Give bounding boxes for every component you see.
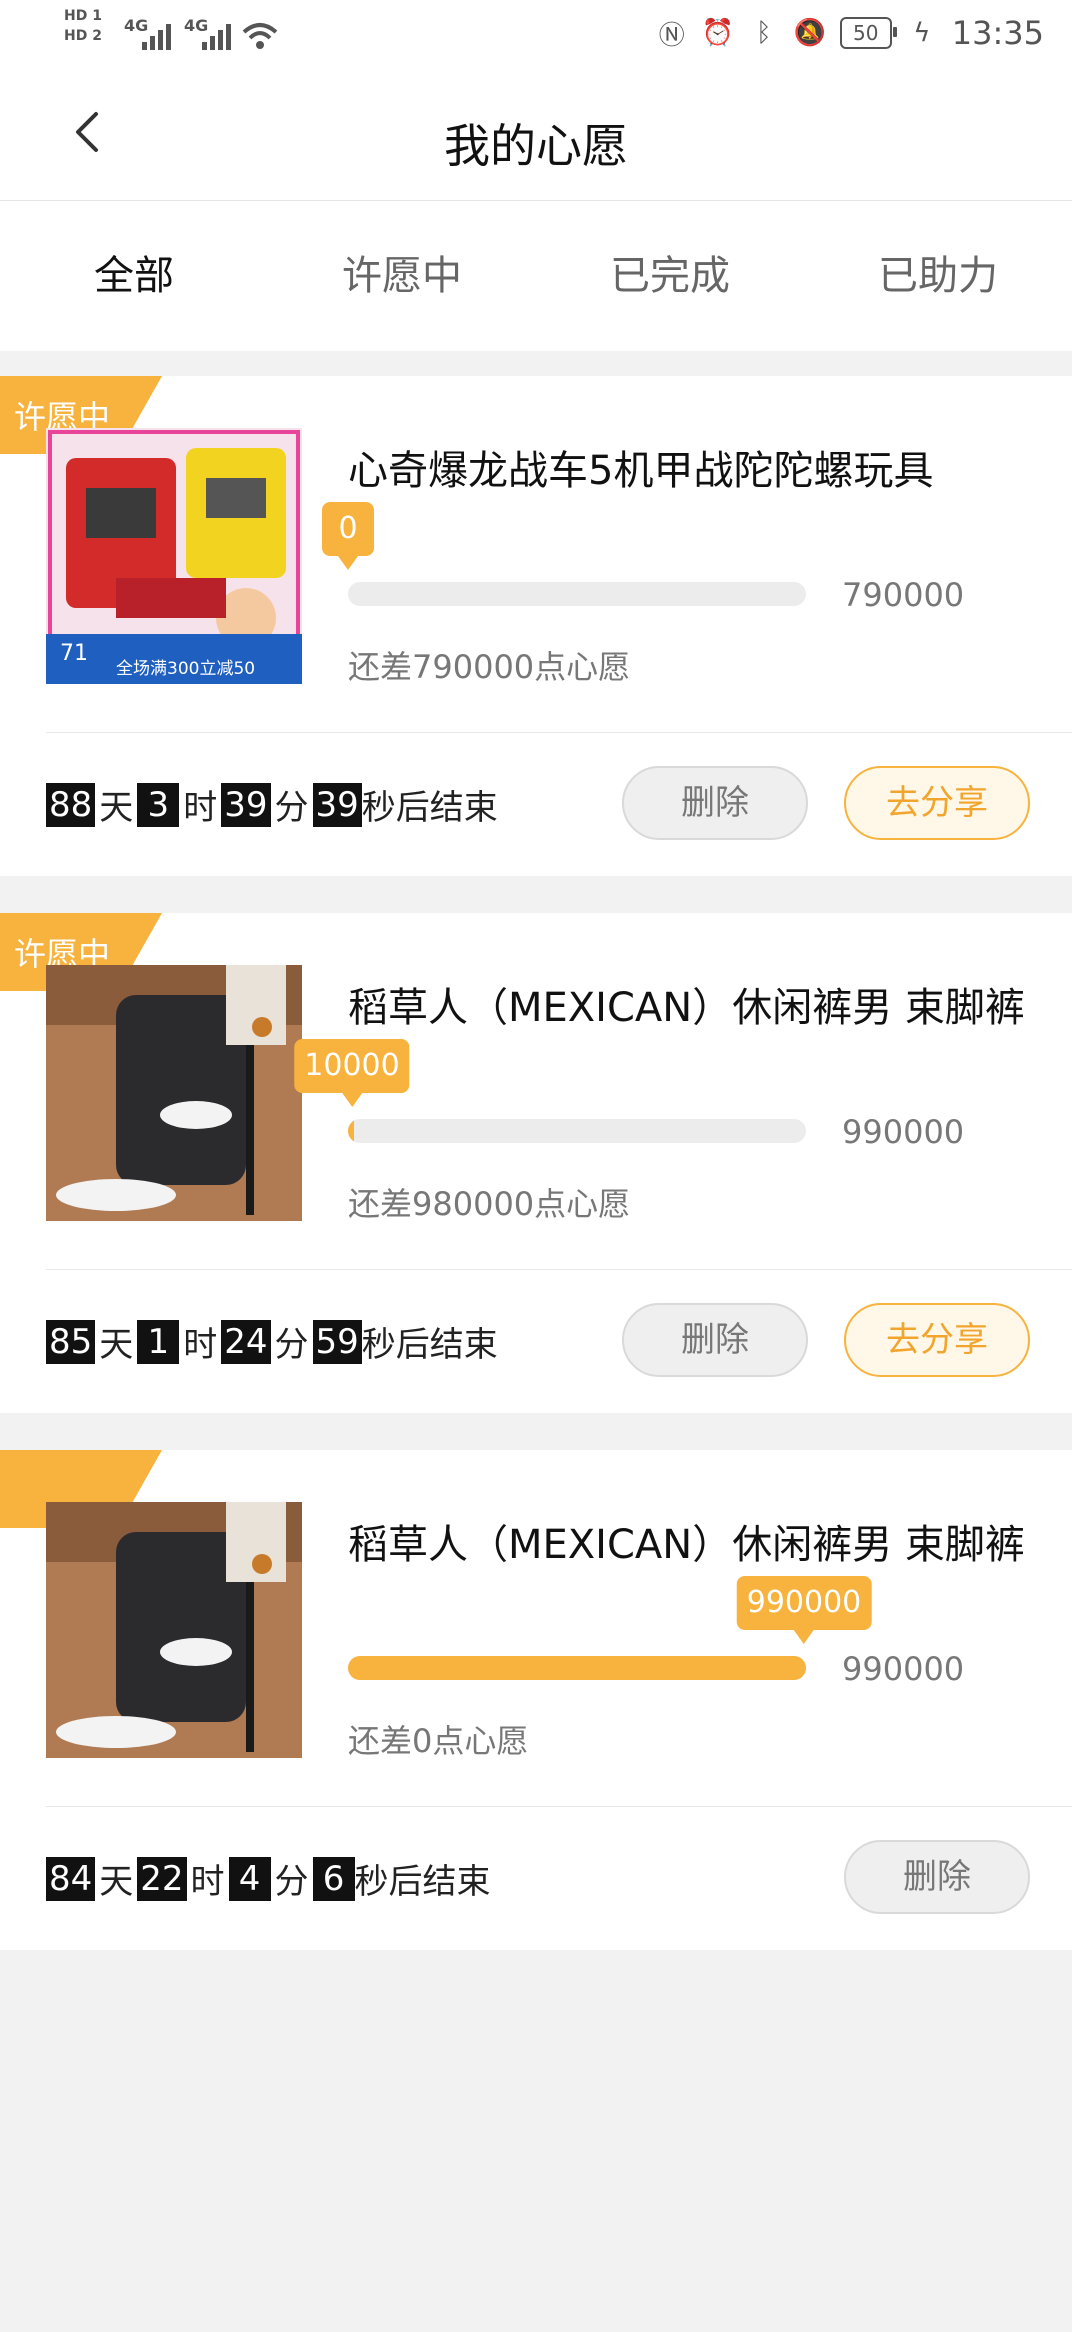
product-title[interactable]: 稻草人（MEXICAN）休闲裤男 束脚裤 <box>348 975 1028 1033</box>
target-value: 990000 <box>842 1650 965 1688</box>
product-image[interactable] <box>46 1502 302 1758</box>
price-badge: 71 <box>60 641 88 666</box>
countdown-days: 85 <box>46 1319 96 1364</box>
divider <box>46 1806 1072 1807</box>
tab-bar: 全部 许愿中 已完成 已助力 <box>0 201 1072 351</box>
progress-track <box>348 1119 806 1143</box>
delete-button[interactable]: 删除 <box>622 766 808 840</box>
tab-assisted[interactable]: 已助力 <box>804 201 1072 351</box>
unit-day: 天 <box>99 1325 134 1365</box>
share-button[interactable]: 去分享 <box>844 1303 1030 1377</box>
hd2-indicator: HD 2 <box>64 28 102 44</box>
product-title[interactable]: 稻草人（MEXICAN）休闲裤男 束脚裤 <box>348 1512 1028 1570</box>
wifi-icon <box>242 23 278 49</box>
countdown-minutes: 39 <box>221 782 271 827</box>
progress-bubble: 10000 <box>294 1039 410 1107</box>
progress-fill <box>348 1656 806 1680</box>
countdown-minutes: 24 <box>221 1319 271 1364</box>
status-bar: HD 1 HD 2 4G 4G Ⓝ ⏰ ᛒ 🔕 50 ϟ 13:35 <box>0 0 1072 72</box>
progress-track <box>348 1656 806 1680</box>
delete-button[interactable]: 删除 <box>844 1840 1030 1914</box>
progress-track <box>348 582 806 606</box>
wish-card[interactable]: 稻草人（MEXICAN）休闲裤男 束脚裤 990000 990000 还差0点心… <box>0 1450 1072 1950</box>
countdown-days: 88 <box>46 782 96 827</box>
remaining-text: 还差0点心愿 <box>348 1722 529 1760</box>
wish-card[interactable]: 许愿中 稻草人（MEXICAN）休闲裤男 束脚裤 10000 990000 还差… <box>0 913 1072 1413</box>
sim-indicators: HD 1 HD 2 <box>64 6 102 46</box>
divider <box>46 732 1072 733</box>
signal-icon <box>142 18 171 50</box>
mute-icon: 🔕 <box>793 18 826 48</box>
unit-second: 秒后结束 <box>361 1325 498 1365</box>
wish-card[interactable]: 许愿中 71 全场满300立减50 心奇爆龙战车5机甲战陀陀螺玩具 0 7900… <box>0 376 1072 876</box>
tab-all[interactable]: 全部 <box>0 201 268 351</box>
target-value: 990000 <box>842 1113 965 1151</box>
countdown-seconds: 59 <box>312 1319 362 1364</box>
unit-minute: 分 <box>274 1862 309 1902</box>
nfc-icon: Ⓝ <box>658 20 685 51</box>
unit-hour: 时 <box>183 1325 218 1365</box>
unit-day: 天 <box>99 1862 134 1902</box>
unit-hour: 时 <box>190 1862 225 1902</box>
countdown-minutes: 4 <box>228 1856 271 1901</box>
tab-completed[interactable]: 已完成 <box>536 201 804 351</box>
nav-bar: 我的心愿 <box>0 72 1072 201</box>
unit-minute: 分 <box>274 1325 309 1365</box>
bluetooth-icon: ᛒ <box>755 18 772 48</box>
charging-icon: ϟ <box>913 18 931 48</box>
countdown-hours: 3 <box>137 782 180 827</box>
hd1-indicator: HD 1 <box>64 8 102 24</box>
product-image[interactable]: 71 全场满300立减50 <box>46 428 302 684</box>
divider <box>46 1269 1072 1270</box>
unit-second: 秒后结束 <box>354 1862 491 1902</box>
progress-bubble: 990000 <box>736 1576 872 1644</box>
promo-badge: 全场满300立减50 <box>116 659 255 679</box>
tab-wishing[interactable]: 许愿中 <box>268 201 536 351</box>
share-button[interactable]: 去分享 <box>844 766 1030 840</box>
countdown-days: 84 <box>46 1856 96 1901</box>
battery-icon: 50 <box>839 17 897 49</box>
unit-minute: 分 <box>274 788 309 828</box>
delete-button[interactable]: 删除 <box>622 1303 808 1377</box>
clock: 13:35 <box>951 14 1044 52</box>
remaining-text: 还差980000点心愿 <box>348 1185 631 1223</box>
page-title: 我的心愿 <box>444 119 628 173</box>
unit-second: 秒后结束 <box>361 788 498 828</box>
product-image[interactable] <box>46 965 302 1221</box>
countdown-hours: 1 <box>137 1319 180 1364</box>
countdown-seconds: 39 <box>312 782 362 827</box>
unit-day: 天 <box>99 788 134 828</box>
countdown: 84 天 22 时 4分 6 秒后结束 <box>46 1854 491 1903</box>
countdown: 88 天 3时 39 分 39 秒后结束 <box>46 780 498 829</box>
progress-fill <box>348 1119 354 1143</box>
unit-hour: 时 <box>183 788 218 828</box>
remaining-text: 还差790000点心愿 <box>348 648 631 686</box>
product-title[interactable]: 心奇爆龙战车5机甲战陀陀螺玩具 <box>348 438 1028 496</box>
countdown-hours: 22 <box>137 1856 187 1901</box>
countdown: 85 天 1时 24 分 59 秒后结束 <box>46 1317 498 1366</box>
progress-bubble: 0 <box>322 502 374 570</box>
signal-icon <box>202 18 231 50</box>
target-value: 790000 <box>842 576 965 614</box>
alarm-icon: ⏰ <box>701 18 734 48</box>
countdown-seconds: 6 <box>312 1856 355 1901</box>
